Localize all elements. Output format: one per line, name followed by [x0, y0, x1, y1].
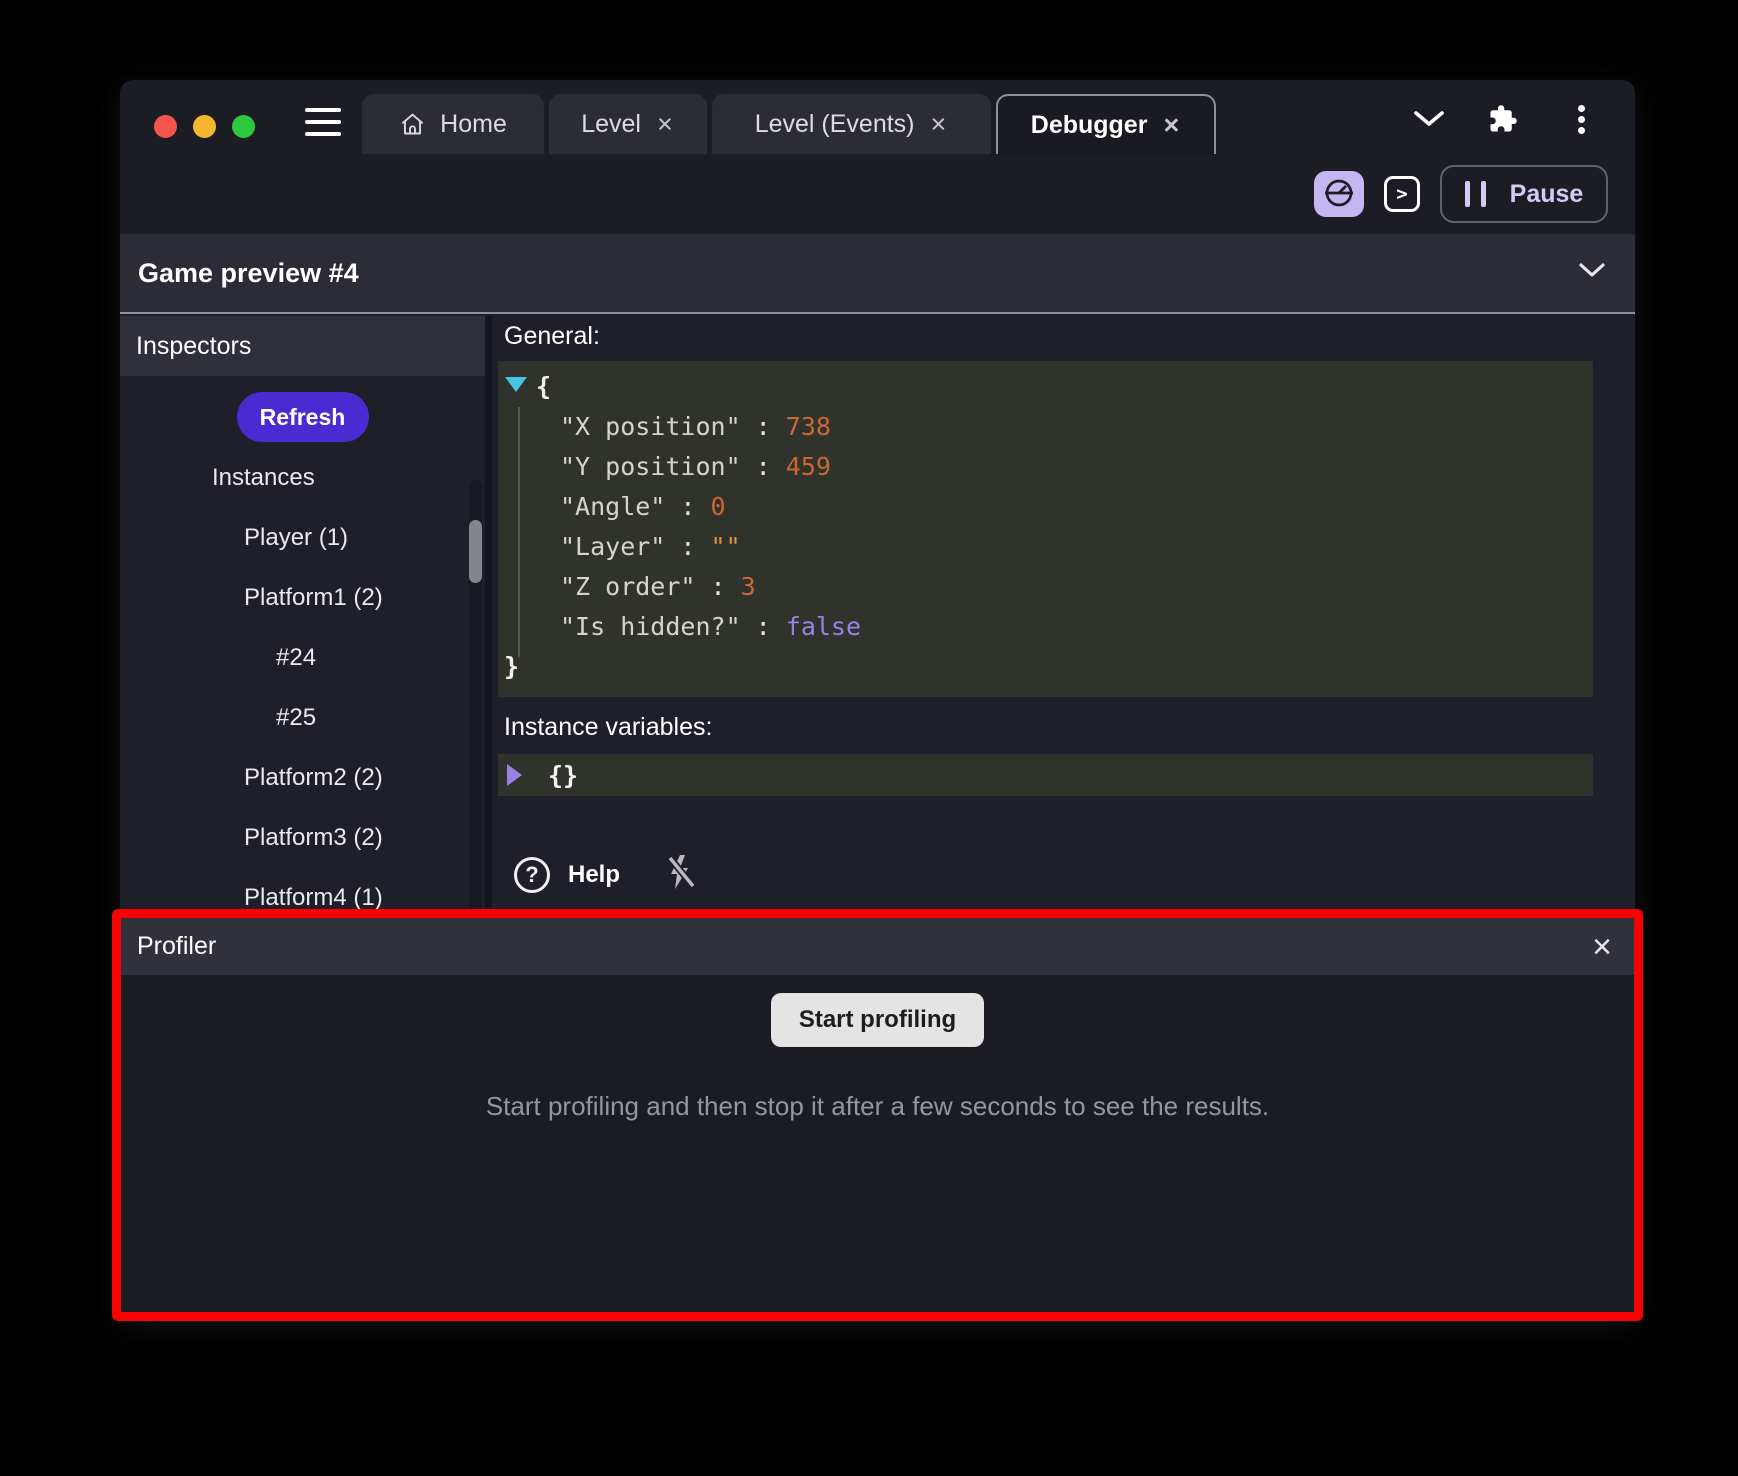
title-bar: Home Level × Level (Events) × Debugger ×	[120, 80, 1635, 154]
instance-variables-label: Instance variables:	[498, 713, 1593, 742]
tab-strip: Home Level × Level (Events) × Debugger ×	[362, 94, 1216, 154]
kebab-menu-icon[interactable]	[1578, 105, 1585, 134]
flash-off-icon[interactable]	[666, 854, 696, 895]
tab-close-icon[interactable]: ×	[655, 111, 675, 138]
tab-label: Level (Events)	[755, 110, 915, 139]
speed-profile-button[interactable]	[1314, 171, 1364, 217]
help-row: ? Help	[498, 854, 1593, 895]
window-controls	[154, 115, 255, 138]
expand-triangle-icon[interactable]	[505, 377, 527, 392]
json-open-brace: {	[498, 367, 1593, 407]
tree-item[interactable]: Player (1)	[120, 508, 485, 568]
instance-variables-inspector: {}	[498, 754, 1593, 796]
chevron-down-icon[interactable]	[1413, 110, 1445, 133]
gauge-icon	[1322, 176, 1356, 213]
profiler-close-button[interactable]: ×	[1592, 930, 1612, 964]
pause-button-label: Pause	[1510, 180, 1584, 209]
traffic-light-close[interactable]	[154, 115, 177, 138]
collapsed-triangle-icon[interactable]	[507, 764, 522, 786]
sidebar-scrollbar-thumb[interactable]	[469, 520, 482, 583]
pause-icon	[1465, 181, 1486, 207]
home-icon	[399, 111, 426, 138]
json-property-row: "Is hidden?" : false	[498, 607, 1593, 647]
help-icon[interactable]: ?	[514, 857, 550, 893]
pause-button[interactable]: Pause	[1440, 165, 1608, 223]
profiler-description: Start profiling and then stop it after a…	[486, 1091, 1269, 1122]
tab-label: Debugger	[1031, 111, 1148, 140]
collapse-chevron-icon[interactable]	[1579, 263, 1605, 283]
traffic-light-zoom[interactable]	[232, 115, 255, 138]
json-property-row: "X position" : 738	[498, 407, 1593, 447]
profiler-panel: Profiler × Start profiling Start profili…	[112, 909, 1643, 1321]
start-profiling-button[interactable]: Start profiling	[771, 993, 984, 1047]
instances-list: Instances Player (1) Platform1 (2) #24 #…	[120, 448, 485, 928]
tab-close-icon[interactable]: ×	[1161, 112, 1181, 139]
refresh-button[interactable]: Refresh	[237, 392, 369, 442]
json-property-row: "Angle" : 0	[498, 487, 1593, 527]
game-preview-title: Game preview #4	[138, 258, 359, 289]
general-label: General:	[498, 322, 1593, 351]
traffic-light-minimize[interactable]	[193, 115, 216, 138]
profiler-body: Start profiling Start profiling and then…	[121, 975, 1634, 1122]
tree-item[interactable]: #24	[120, 628, 485, 688]
tab-label: Home	[440, 110, 507, 139]
inspectors-header: Inspectors	[120, 316, 485, 376]
json-property-row: "Y position" : 459	[498, 447, 1593, 487]
debugger-toolbar: > Pause	[120, 154, 1635, 234]
tree-item[interactable]: Platform1 (2)	[120, 568, 485, 628]
tab-debugger[interactable]: Debugger ×	[996, 94, 1216, 154]
json-property-row: "Z order" : 3	[498, 567, 1593, 607]
profiler-header: Profiler ×	[121, 918, 1634, 975]
profiler-title: Profiler	[137, 932, 216, 961]
help-button[interactable]: Help	[568, 861, 620, 889]
console-button[interactable]: >	[1384, 176, 1420, 212]
general-json-inspector: { "X position" : 738 "Y position" : 459 …	[498, 361, 1593, 697]
tree-item[interactable]: Instances	[120, 448, 485, 508]
tab-label: Level	[581, 110, 641, 139]
tab-close-icon[interactable]: ×	[929, 111, 949, 138]
tree-item[interactable]: Platform2 (2)	[120, 748, 485, 808]
game-preview-header[interactable]: Game preview #4	[120, 234, 1635, 314]
json-property-row: "Layer" : ""	[498, 527, 1593, 567]
tab-level[interactable]: Level ×	[549, 94, 707, 154]
json-close-brace: }	[498, 647, 1593, 687]
variables-empty-object: {}	[522, 761, 578, 790]
app-window: Home Level × Level (Events) × Debugger ×	[120, 80, 1635, 1320]
hamburger-menu-icon[interactable]	[305, 108, 341, 136]
json-guide-line	[518, 407, 520, 657]
tab-home[interactable]: Home	[362, 94, 544, 154]
prompt-icon: >	[1396, 183, 1407, 205]
tree-item[interactable]: #25	[120, 688, 485, 748]
tab-level-events[interactable]: Level (Events) ×	[712, 94, 991, 154]
tree-item[interactable]: Platform3 (2)	[120, 808, 485, 868]
extensions-puzzle-icon[interactable]	[1488, 104, 1518, 139]
